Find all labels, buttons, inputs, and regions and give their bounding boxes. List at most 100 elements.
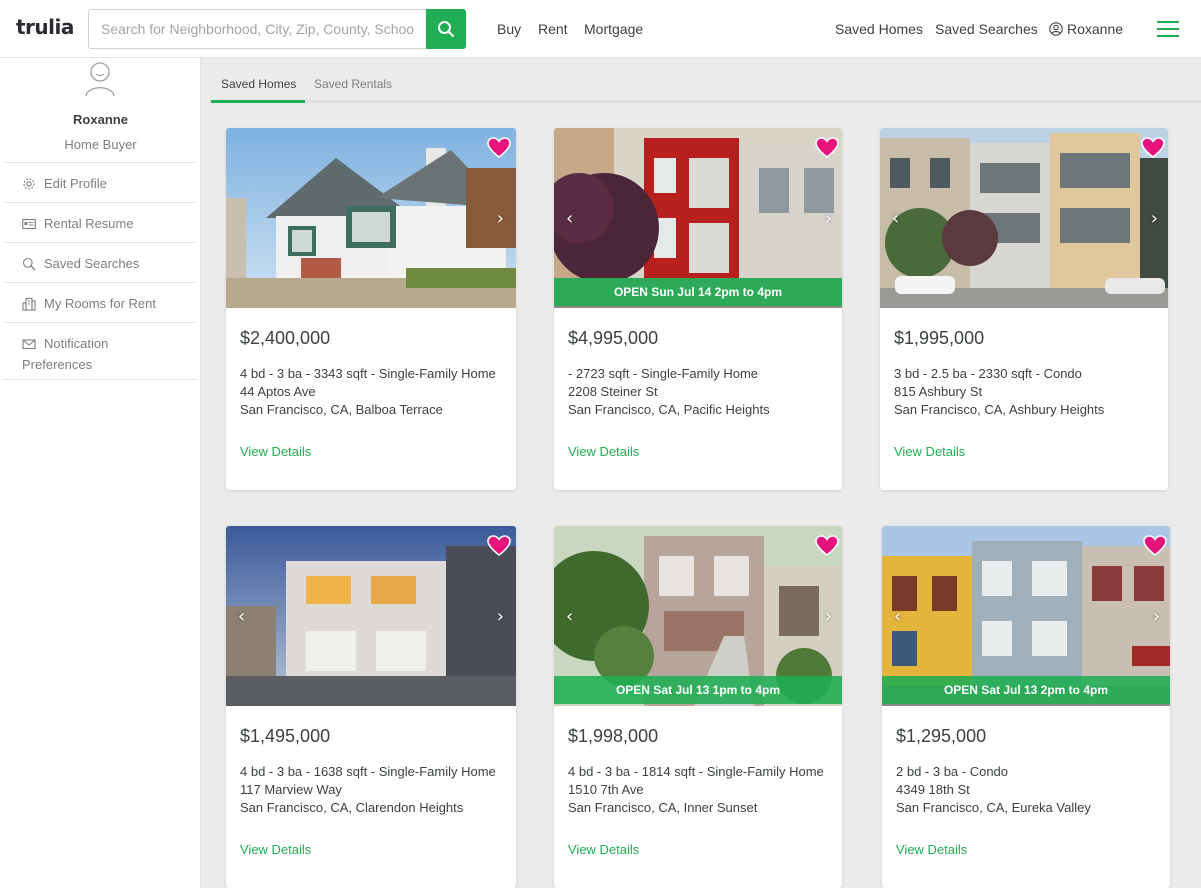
listing-card[interactable]: ‹ › OPEN Sun Jul 14 2pm to 4pm $4,995,00… xyxy=(554,128,842,490)
sidebar-item-label: My Rooms for Rent xyxy=(44,296,156,311)
chevron-right-icon[interactable]: › xyxy=(825,606,832,627)
sidebar-item-label: Rental Resume xyxy=(44,216,134,231)
user-circle-icon xyxy=(1049,22,1063,36)
sidebar-divider xyxy=(4,379,196,380)
listing-photo[interactable]: ‹ › OPEN Sat Jul 13 1pm to 4pm xyxy=(554,526,842,706)
heart-icon[interactable] xyxy=(487,137,511,159)
listing-specs: 3 bd - 2.5 ba - 2330 sqft - Condo xyxy=(894,366,1082,381)
listing-card[interactable]: › $2,400,000 4 bd - 3 ba - 3343 sqft - S… xyxy=(226,128,516,490)
listing-price: $1,495,000 xyxy=(240,726,331,746)
heart-icon[interactable] xyxy=(815,137,839,159)
chevron-left-icon[interactable]: ‹ xyxy=(566,606,573,627)
heart-icon[interactable] xyxy=(487,535,511,557)
listing-card[interactable]: ‹ › OPEN Sat Jul 13 2pm to 4pm $1,295,00… xyxy=(882,526,1170,888)
search-box xyxy=(88,9,466,49)
view-details-link[interactable]: View Details xyxy=(568,444,639,459)
listing-price: $1,995,000 xyxy=(894,328,985,348)
listing-street: 44 Aptos Ave xyxy=(240,384,316,399)
envelope-icon xyxy=(22,339,36,350)
id-card-icon xyxy=(22,218,36,230)
view-details-link[interactable]: View Details xyxy=(240,444,311,459)
search-icon xyxy=(438,21,455,38)
open-house-banner: OPEN Sat Jul 13 2pm to 4pm xyxy=(882,676,1170,704)
avatar xyxy=(85,62,115,97)
sidebar-item-notifications[interactable]: Notification Preferences xyxy=(4,322,196,380)
sidebar-item-edit-profile[interactable]: Edit Profile xyxy=(4,162,196,202)
listing-street: 2208 Steiner St xyxy=(568,384,658,399)
chevron-right-icon[interactable]: › xyxy=(1151,208,1158,229)
user-menu[interactable]: Roxanne xyxy=(1049,21,1123,37)
search-icon xyxy=(22,257,36,271)
trulia-logo[interactable]: trulia xyxy=(16,15,74,39)
nav-mortgage[interactable]: Mortgage xyxy=(584,21,643,37)
listing-photo[interactable]: ‹ › OPEN Sat Jul 13 2pm to 4pm xyxy=(882,526,1170,706)
listing-street: 117 Marview Way xyxy=(240,782,342,797)
listing-photo[interactable]: ‹ › xyxy=(226,526,516,706)
listing-street: 4349 18th St xyxy=(896,782,970,797)
listing-card[interactable]: ‹ › OPEN Sat Jul 13 1pm to 4pm $1,998,00… xyxy=(554,526,842,888)
chevron-right-icon[interactable]: › xyxy=(1153,606,1160,627)
top-header: trulia Buy Rent Mortgage Saved Homes Sav… xyxy=(0,0,1201,58)
listing-card[interactable]: ‹ › $1,995,000 3 bd - 2.5 ba - 2330 sqft… xyxy=(880,128,1168,490)
listing-photo[interactable]: › xyxy=(226,128,516,308)
chevron-left-icon[interactable]: ‹ xyxy=(892,208,899,229)
heart-icon[interactable] xyxy=(1143,535,1167,557)
listing-price: $2,400,000 xyxy=(240,328,331,348)
sidebar-item-rental-resume[interactable]: Rental Resume xyxy=(4,202,196,242)
listing-price: $4,995,000 xyxy=(568,328,659,348)
user-name: Roxanne xyxy=(1067,21,1124,37)
listing-city: San Francisco, CA, Inner Sunset xyxy=(568,800,758,815)
sidebar-item-label: Notification Preferences xyxy=(22,336,109,372)
gear-icon xyxy=(23,178,35,190)
listing-street: 1510 7th Ave xyxy=(568,782,644,797)
tab-saved-homes[interactable]: Saved Homes xyxy=(221,77,296,91)
listing-specs: 4 bd - 3 ba - 1814 sqft - Single-Family … xyxy=(568,764,824,779)
saved-tabs: Saved Homes Saved Rentals xyxy=(211,73,1201,103)
open-house-banner: OPEN Sun Jul 14 2pm to 4pm xyxy=(554,278,842,306)
listing-street: 815 Ashbury St xyxy=(894,384,983,399)
view-details-link[interactable]: View Details xyxy=(894,444,965,459)
sidebar-item-my-rooms[interactable]: My Rooms for Rent xyxy=(4,282,196,322)
listing-city: San Francisco, CA, Eureka Valley xyxy=(896,800,1091,815)
tab-saved-rentals[interactable]: Saved Rentals xyxy=(314,77,392,91)
profile-name: Roxanne xyxy=(73,112,128,127)
open-house-banner: OPEN Sat Jul 13 1pm to 4pm xyxy=(554,676,842,704)
view-details-link[interactable]: View Details xyxy=(896,842,967,857)
nav-saved-searches[interactable]: Saved Searches xyxy=(935,21,1038,37)
listing-photo[interactable]: ‹ › xyxy=(880,128,1168,308)
search-input[interactable] xyxy=(89,10,427,48)
listing-specs: 4 bd - 3 ba - 3343 sqft - Single-Family … xyxy=(240,366,496,381)
heart-icon[interactable] xyxy=(1141,137,1165,159)
sidebar-item-saved-searches[interactable]: Saved Searches xyxy=(4,242,196,282)
listing-city: San Francisco, CA, Pacific Heights xyxy=(568,402,770,417)
view-details-link[interactable]: View Details xyxy=(240,842,311,857)
profile-sidebar: Roxanne Home Buyer Edit Profile Rental R… xyxy=(0,58,201,888)
listing-card[interactable]: ‹ › $1,495,000 4 bd - 3 ba - 1638 sqft -… xyxy=(226,526,516,888)
chevron-right-icon[interactable]: › xyxy=(497,606,504,627)
sidebar-item-label: Edit Profile xyxy=(44,176,107,191)
listing-photo[interactable]: ‹ › OPEN Sun Jul 14 2pm to 4pm xyxy=(554,128,842,308)
chevron-right-icon[interactable]: › xyxy=(497,208,504,229)
nav-buy[interactable]: Buy xyxy=(497,21,521,37)
active-tab-indicator xyxy=(211,100,305,103)
chevron-left-icon[interactable]: ‹ xyxy=(238,606,245,627)
sidebar-item-label: Saved Searches xyxy=(44,256,140,271)
profile-role: Home Buyer xyxy=(64,137,137,152)
heart-icon[interactable] xyxy=(815,535,839,557)
chevron-left-icon[interactable]: ‹ xyxy=(566,208,573,229)
listing-city: San Francisco, CA, Clarendon Heights xyxy=(240,800,464,815)
listing-price: $1,998,000 xyxy=(568,726,659,746)
listing-specs: - 2723 sqft - Single-Family Home xyxy=(568,366,759,381)
nav-saved-homes[interactable]: Saved Homes xyxy=(835,21,923,37)
view-details-link[interactable]: View Details xyxy=(568,842,639,857)
search-button[interactable] xyxy=(426,9,466,49)
chevron-left-icon[interactable]: ‹ xyxy=(894,606,901,627)
listing-city: San Francisco, CA, Ashbury Heights xyxy=(894,402,1105,417)
chevron-right-icon[interactable]: › xyxy=(825,208,832,229)
nav-rent[interactable]: Rent xyxy=(538,21,568,37)
building-icon xyxy=(22,297,36,311)
listing-price: $1,295,000 xyxy=(896,726,987,746)
listing-specs: 2 bd - 3 ba - Condo xyxy=(896,764,1009,779)
hamburger-menu-icon[interactable] xyxy=(1157,21,1179,37)
listing-city: San Francisco, CA, Balboa Terrace xyxy=(240,402,443,417)
